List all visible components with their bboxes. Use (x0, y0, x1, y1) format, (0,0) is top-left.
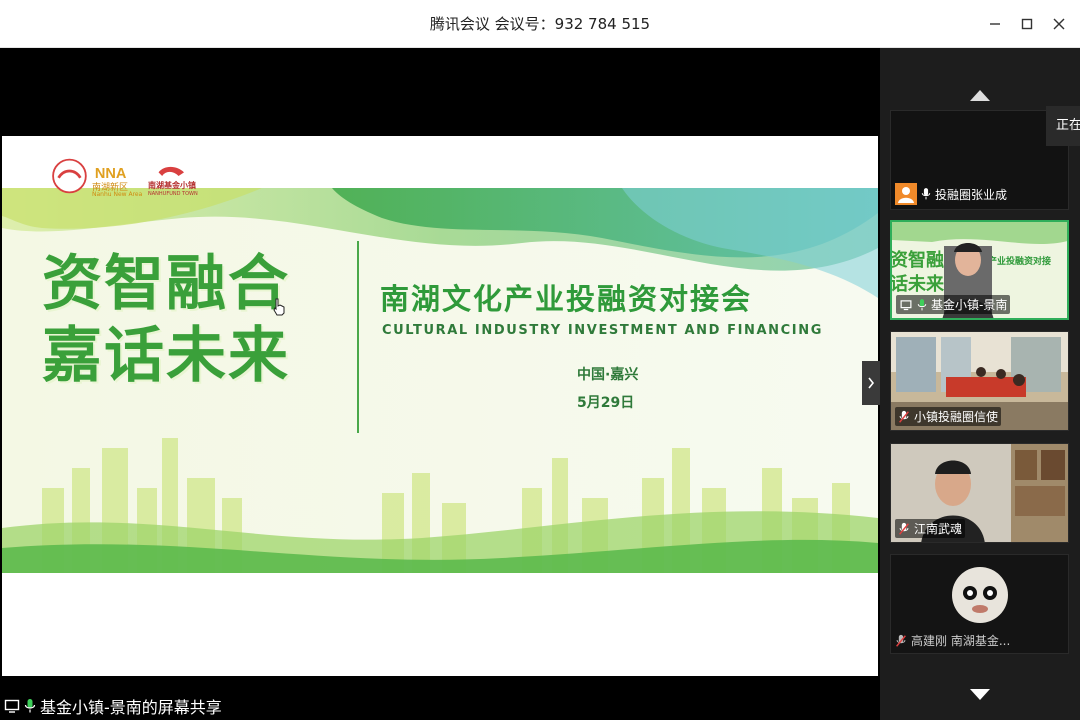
title-divider (357, 241, 359, 433)
maximize-icon (1021, 18, 1033, 30)
minimize-button[interactable] (982, 12, 1008, 36)
participant-name-row: 基金小镇-景南 (896, 295, 1011, 314)
participant-name: 投融圈张业成 (935, 187, 1008, 202)
title-bar: 腾讯会议 会议号：932 784 515 (0, 0, 1080, 48)
event-location: 中国·嘉兴 (577, 367, 639, 383)
participant-tile[interactable]: 小镇投融圈信使 (890, 331, 1069, 431)
svg-text:话未来: 话未来 (892, 273, 945, 295)
participant-tile-active[interactable]: 资智融合 话未来 产业投融资对接 基金小镇-景南 (890, 220, 1069, 320)
avatar-placeholder-icon (895, 183, 917, 205)
screen-share-icon (900, 299, 912, 310)
scroll-down-icon[interactable] (969, 688, 991, 702)
brand2-subname: NANHUFUND TOWN (148, 191, 198, 197)
minimize-icon (990, 23, 1000, 25)
participants-panel: 投融圈张业成 资智融合 话未来 产业投融资对接 基金小镇-景南 小镇投融圈信使 … (880, 48, 1080, 720)
microphone-active-icon (917, 298, 927, 310)
participant-name: 小镇投融圈信使 (914, 410, 999, 424)
close-icon (1053, 18, 1065, 30)
screen-share-label: 基金小镇-景南的屏幕共享 (40, 698, 222, 717)
screen-share-indicator: 基金小镇-景南的屏幕共享 (0, 692, 222, 720)
headline-line-2: 嘉话未来 (42, 321, 290, 391)
participant-name-row: 投融圈张业成 (895, 183, 1007, 205)
slide-subtitle-en: CULTURAL INDUSTRY INVESTMENT AND FINANCI… (382, 323, 823, 338)
microphone-icon (24, 699, 36, 713)
microphone-muted-icon (896, 634, 906, 647)
participant-name-row: 江南武魂 (895, 519, 966, 538)
participant-tile[interactable]: 高建刚 南湖基金... (890, 554, 1069, 654)
participant-name-row: 高建刚 南湖基金... (895, 632, 1010, 649)
hand-cursor-icon (273, 298, 285, 316)
brand1-subname: Nanhu New Area (92, 191, 143, 198)
microphone-icon (921, 188, 931, 200)
participant-name: 高建刚 南湖基金... (911, 634, 1011, 648)
participant-name: 江南武魂 (914, 522, 963, 536)
collapse-panel-button[interactable] (862, 361, 880, 405)
microphone-muted-icon (899, 410, 909, 423)
participant-tile[interactable]: 江南武魂 (890, 443, 1069, 543)
window-title: 腾讯会议 会议号：932 784 515 (429, 15, 651, 33)
slide-headline: 资智融合 嘉话未来 (42, 248, 290, 392)
status-tooltip: 正在 (1046, 106, 1080, 146)
chevron-right-icon (868, 377, 875, 389)
close-button[interactable] (1046, 12, 1072, 36)
brand2-name: 南湖基金小镇 (148, 181, 196, 190)
participant-name: 基金小镇-景南 (931, 298, 1008, 312)
event-date: 5月29日 (577, 395, 635, 411)
slide-subtitle-cn: 南湖文化产业投融资对接会 (380, 282, 753, 316)
scroll-up-icon[interactable] (969, 88, 991, 102)
maximize-button[interactable] (1014, 12, 1040, 36)
presentation-slide: NNA 南湖新区 Nanhu New Area 南湖基金小镇 NANHUFUND… (2, 136, 878, 676)
shared-screen-area: NNA 南湖新区 Nanhu New Area 南湖基金小镇 NANHUFUND… (0, 48, 880, 720)
svg-text:产业投融资对接: 产业投融资对接 (988, 255, 1051, 267)
participant-name-row: 小镇投融圈信使 (895, 407, 1002, 426)
participant-tile[interactable]: 投融圈张业成 (890, 110, 1069, 210)
headline-line-1: 资智融合 (42, 249, 290, 319)
screen-share-icon (4, 699, 20, 713)
microphone-muted-icon (899, 522, 909, 535)
